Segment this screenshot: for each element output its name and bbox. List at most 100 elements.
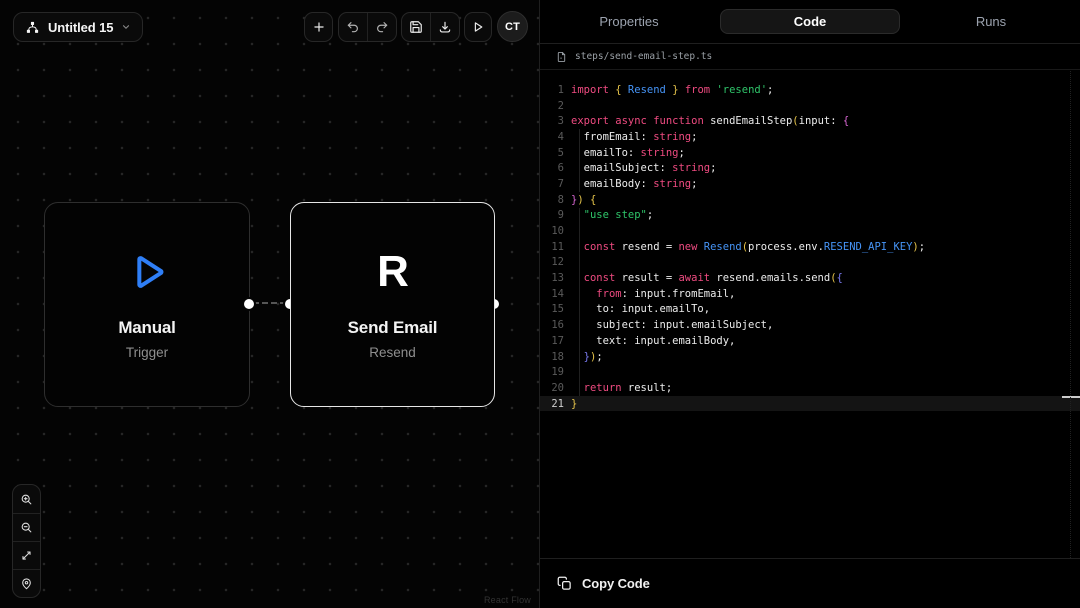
code-text: text: input.emailBody, <box>571 335 735 347</box>
fit-view-button[interactable] <box>13 541 40 569</box>
center-location-button[interactable] <box>13 569 40 597</box>
indent-guide <box>579 302 580 318</box>
code-line: 21} <box>540 396 1080 412</box>
code-text: import { Resend } from 'resend'; <box>571 84 773 96</box>
tab-code[interactable]: Code <box>720 9 900 34</box>
edge-manual-to-sendemail[interactable] <box>253 302 286 304</box>
code-line: 1import { Resend } from 'resend'; <box>540 82 1080 98</box>
flow-canvas[interactable]: Untitled 15 <box>0 0 540 608</box>
code-text: emailTo: string; <box>571 147 685 159</box>
chevron-down-icon <box>121 22 131 32</box>
code-line: 17 text: input.emailBody, <box>540 333 1080 349</box>
file-button-group <box>401 12 460 42</box>
line-number: 1 <box>540 84 571 96</box>
code-text: export async function sendEmailStep(inpu… <box>571 115 849 127</box>
download-button[interactable] <box>430 13 459 41</box>
indent-guide <box>579 176 580 192</box>
panel-footer: Copy Code <box>540 558 1080 608</box>
node-title: Send Email <box>348 318 438 338</box>
avatar[interactable]: CT <box>497 11 528 42</box>
zoom-in-button[interactable] <box>13 485 40 513</box>
panel-tabs: Properties Code Runs <box>540 0 1080 44</box>
code-line: 18 }); <box>540 349 1080 365</box>
code-text: emailSubject: string; <box>571 162 716 174</box>
line-number: 18 <box>540 351 571 363</box>
run-workflow-button[interactable] <box>464 12 492 42</box>
code-line: 2 <box>540 98 1080 114</box>
code-line: 14 from: input.fromEmail, <box>540 286 1080 302</box>
code-line: 4 fromEmail: string; <box>540 129 1080 145</box>
indent-guide <box>579 286 580 302</box>
code-text: from: input.fromEmail, <box>571 288 735 300</box>
code-line: 6 emailSubject: string; <box>540 160 1080 176</box>
line-number: 20 <box>540 382 571 394</box>
undo-button[interactable] <box>339 13 367 41</box>
indent-guide <box>579 223 580 239</box>
file-icon <box>556 51 567 63</box>
node-manual-trigger[interactable]: Manual Trigger <box>44 202 250 407</box>
indent-guide <box>579 208 580 224</box>
line-number: 12 <box>540 256 571 268</box>
save-button[interactable] <box>402 13 430 41</box>
zoom-in-icon <box>20 493 33 506</box>
code-line: 5 emailTo: string; <box>540 145 1080 161</box>
flow-name-dropdown[interactable]: Untitled 15 <box>13 12 143 42</box>
save-floppy-icon <box>409 20 423 34</box>
indent-guide <box>579 349 580 365</box>
code-text: subject: input.emailSubject, <box>571 319 773 331</box>
line-number: 3 <box>540 115 571 127</box>
line-number: 19 <box>540 366 571 378</box>
code-text: }); <box>571 351 603 363</box>
trigger-play-icon <box>124 249 170 295</box>
tab-runs[interactable]: Runs <box>902 0 1080 43</box>
indent-guide <box>579 364 580 380</box>
code-line: 10 <box>540 223 1080 239</box>
line-number: 14 <box>540 288 571 300</box>
file-path-row: steps/send-email-step.ts <box>540 44 1080 70</box>
indent-guide <box>579 270 580 286</box>
indent-guide <box>579 317 580 333</box>
node-send-email[interactable]: R Send Email Resend <box>290 202 495 407</box>
code-text: "use step"; <box>571 209 653 221</box>
tab-properties[interactable]: Properties <box>540 0 718 43</box>
line-number: 21 <box>540 398 571 410</box>
code-line: 19 <box>540 364 1080 380</box>
line-number: 9 <box>540 209 571 221</box>
line-number: 8 <box>540 194 571 206</box>
inspector-panel: Properties Code Runs steps/send-email-st… <box>540 0 1080 608</box>
code-text: const resend = new Resend(process.env.RE… <box>571 241 925 253</box>
file-path: steps/send-email-step.ts <box>575 51 712 62</box>
line-number: 5 <box>540 147 571 159</box>
copy-code-button[interactable]: Copy Code <box>557 576 650 591</box>
line-number: 17 <box>540 335 571 347</box>
resend-logo: R <box>377 249 408 295</box>
line-number: 13 <box>540 272 571 284</box>
line-number: 7 <box>540 178 571 190</box>
indent-guide <box>579 129 580 145</box>
code-text: to: input.emailTo, <box>571 303 710 315</box>
code-line: 8}) { <box>540 192 1080 208</box>
code-line: 11 const resend = new Resend(process.env… <box>540 239 1080 255</box>
code-line: 9 "use step"; <box>540 208 1080 224</box>
add-node-button[interactable] <box>304 12 333 42</box>
code-text: } <box>571 398 577 410</box>
redo-button[interactable] <box>367 13 396 41</box>
indent-guide <box>579 255 580 271</box>
source-handle-manual[interactable] <box>244 299 254 309</box>
line-number: 16 <box>540 319 571 331</box>
undo-icon <box>346 20 360 34</box>
location-pin-icon <box>20 577 33 590</box>
zoom-out-button[interactable] <box>13 513 40 541</box>
canvas-controls <box>12 484 41 598</box>
code-editor[interactable]: 1import { Resend } from 'resend';23expor… <box>540 71 1080 558</box>
node-title: Manual <box>118 318 175 338</box>
workflow-builder-app: Untitled 15 <box>0 0 1080 608</box>
reactflow-attribution[interactable]: React Flow <box>484 595 531 605</box>
node-subtitle: Trigger <box>126 345 168 360</box>
code-line: 16 subject: input.emailSubject, <box>540 317 1080 333</box>
redo-icon <box>375 20 389 34</box>
line-number: 15 <box>540 303 571 315</box>
code-line: 13 const result = await resend.emails.se… <box>540 270 1080 286</box>
code-line: 12 <box>540 255 1080 271</box>
line-number: 11 <box>540 241 571 253</box>
